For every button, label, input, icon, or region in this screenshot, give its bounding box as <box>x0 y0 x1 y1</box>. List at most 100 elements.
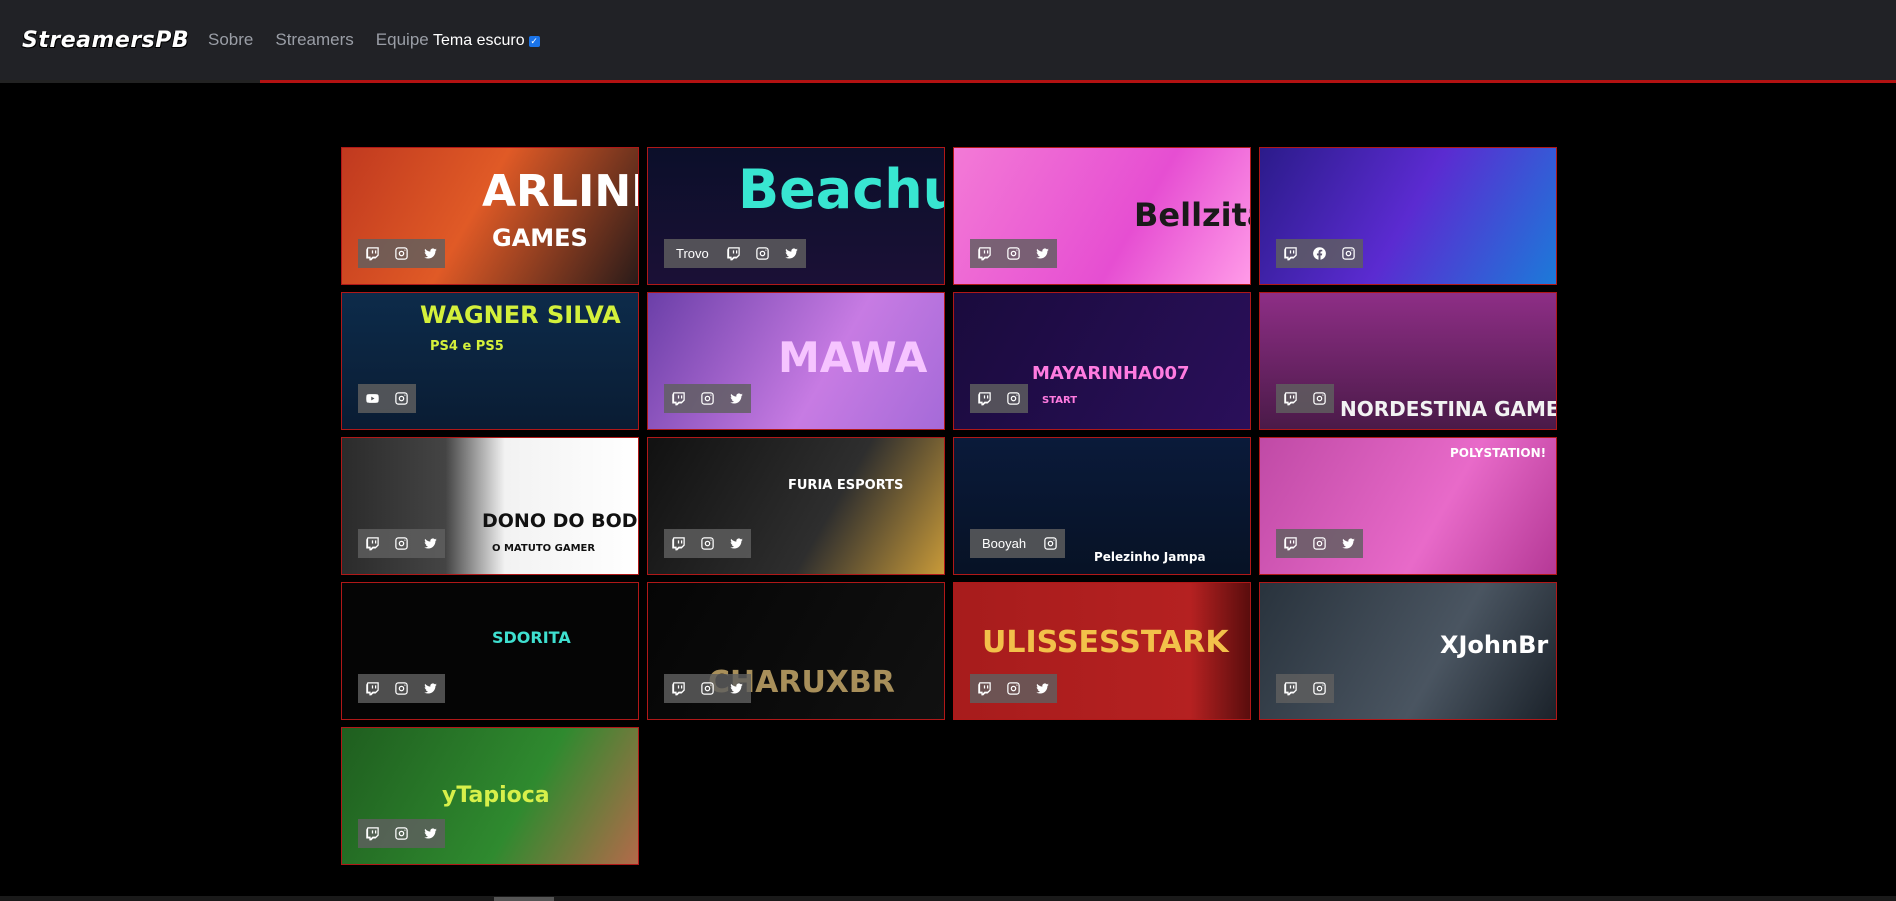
streamer-card[interactable]: SDORITA <box>341 582 639 720</box>
social-links <box>1276 239 1363 268</box>
streamer-card[interactable]: Beachu Trovo <box>647 147 945 285</box>
streamer-name: MAWA <box>778 333 928 382</box>
instagram-icon[interactable] <box>693 674 722 703</box>
streamer-card[interactable]: Bellzita <box>953 147 1251 285</box>
nav-link-sobre[interactable]: Sobre <box>208 30 253 50</box>
twitch-icon[interactable] <box>719 239 748 268</box>
social-links <box>664 674 751 703</box>
streamer-card[interactable]: MAYARINHA007 START <box>953 292 1251 430</box>
streamer-name: yTapioca <box>442 783 550 808</box>
twitch-icon[interactable] <box>664 674 693 703</box>
instagram-icon[interactable] <box>1305 674 1334 703</box>
instagram-icon[interactable] <box>1334 239 1363 268</box>
twitch-icon[interactable] <box>1276 529 1305 558</box>
instagram-icon[interactable] <box>1036 529 1065 558</box>
instagram-icon[interactable] <box>999 239 1028 268</box>
instagram-icon[interactable] <box>387 819 416 848</box>
twitch-icon[interactable] <box>1276 674 1305 703</box>
twitch-icon[interactable] <box>1276 384 1305 413</box>
streamer-card[interactable]: ULISSESSTARK <box>953 582 1251 720</box>
streamer-card[interactable]: DONO DO BODE O MATUTO GAMER <box>341 437 639 575</box>
streamer-name: Beachu <box>738 158 945 221</box>
facebook-icon[interactable] <box>1305 239 1334 268</box>
instagram-icon[interactable] <box>999 384 1028 413</box>
instagram-icon[interactable] <box>748 239 777 268</box>
twitter-icon[interactable] <box>722 529 751 558</box>
twitter-icon[interactable] <box>416 674 445 703</box>
twitter-icon[interactable] <box>1028 674 1057 703</box>
twitch-icon[interactable] <box>1276 239 1305 268</box>
twitter-icon[interactable] <box>777 239 806 268</box>
streamers-grid: ARLINDO GAMES Beachu Trovo Bellzita WAGNER SI… <box>341 147 1557 865</box>
theme-toggle[interactable]: Tema escuro ✓ <box>433 32 540 50</box>
twitch-icon[interactable] <box>358 529 387 558</box>
social-links <box>358 529 445 558</box>
social-links <box>1276 384 1334 413</box>
twitch-icon[interactable] <box>358 674 387 703</box>
streamer-subtitle: START <box>1042 395 1078 406</box>
streamer-name: Pelezinho Jampa <box>1094 550 1206 564</box>
streamer-card[interactable]: yTapioca <box>341 727 639 865</box>
navbar: StreamersPB Sobre Streamers Equipe Tema … <box>0 0 1896 83</box>
streamer-card[interactable]: WAGNER SILVA PS4 e PS5 <box>341 292 639 430</box>
scrollbar-thumb[interactable] <box>494 897 554 901</box>
twitter-icon[interactable] <box>1334 529 1363 558</box>
twitter-icon[interactable] <box>722 674 751 703</box>
theme-checkbox[interactable]: ✓ <box>528 35 540 47</box>
platform-label[interactable]: Trovo <box>664 239 719 268</box>
social-links: Trovo <box>664 239 806 268</box>
youtube-icon[interactable] <box>358 384 387 413</box>
social-links <box>970 384 1028 413</box>
streamer-card[interactable]: Pelezinho Jampa Booyah <box>953 437 1251 575</box>
streamer-name: NORDESTINA GAMER <box>1340 397 1557 421</box>
streamer-card[interactable] <box>1259 147 1557 285</box>
social-links <box>358 384 416 413</box>
streamer-card[interactable]: MAWA <box>647 292 945 430</box>
streamer-subtitle: GAMES <box>492 224 588 252</box>
streamer-card[interactable]: ARLINDO GAMES <box>341 147 639 285</box>
twitch-icon[interactable] <box>358 819 387 848</box>
instagram-icon[interactable] <box>1305 529 1334 558</box>
instagram-icon[interactable] <box>387 674 416 703</box>
streamer-card[interactable]: NORDESTINA GAMER <box>1259 292 1557 430</box>
streamer-name: Bellzita <box>1134 196 1250 234</box>
twitter-icon[interactable] <box>416 239 445 268</box>
instagram-icon[interactable] <box>387 239 416 268</box>
instagram-icon[interactable] <box>1305 384 1334 413</box>
nav-link-equipe[interactable]: Equipe <box>376 30 429 50</box>
twitch-icon[interactable] <box>358 239 387 268</box>
site-logo[interactable]: StreamersPB <box>22 28 189 53</box>
twitter-icon[interactable] <box>416 819 445 848</box>
instagram-icon[interactable] <box>387 384 416 413</box>
streamer-name: XJohnBr <box>1440 631 1549 659</box>
twitter-icon[interactable] <box>416 529 445 558</box>
twitter-icon[interactable] <box>1028 239 1057 268</box>
nav-link-streamers[interactable]: Streamers <box>275 30 353 50</box>
instagram-icon[interactable] <box>999 674 1028 703</box>
theme-label: Tema escuro <box>433 32 525 49</box>
streamer-card[interactable]: POLYSTATION! <box>1259 437 1557 575</box>
horizontal-scrollbar[interactable] <box>0 896 1896 901</box>
twitch-icon[interactable] <box>664 384 693 413</box>
social-links <box>1276 674 1334 703</box>
social-links <box>358 239 445 268</box>
social-links <box>664 529 751 558</box>
instagram-icon[interactable] <box>387 529 416 558</box>
instagram-icon[interactable] <box>693 384 722 413</box>
social-links <box>970 674 1057 703</box>
streamer-name: DONO DO BODE <box>482 510 639 532</box>
social-links <box>358 674 445 703</box>
twitch-icon[interactable] <box>970 674 999 703</box>
twitch-icon[interactable] <box>970 239 999 268</box>
streamer-subtitle: PS4 e PS5 <box>430 339 504 354</box>
streamer-card[interactable]: CHARUXBR <box>647 582 945 720</box>
streamer-card[interactable]: FURIA ESPORTS <box>647 437 945 575</box>
social-links <box>358 819 445 848</box>
platform-label[interactable]: Booyah <box>970 529 1036 558</box>
twitch-icon[interactable] <box>664 529 693 558</box>
social-links <box>970 239 1057 268</box>
twitch-icon[interactable] <box>970 384 999 413</box>
instagram-icon[interactable] <box>693 529 722 558</box>
twitter-icon[interactable] <box>722 384 751 413</box>
streamer-card[interactable]: XJohnBr <box>1259 582 1557 720</box>
